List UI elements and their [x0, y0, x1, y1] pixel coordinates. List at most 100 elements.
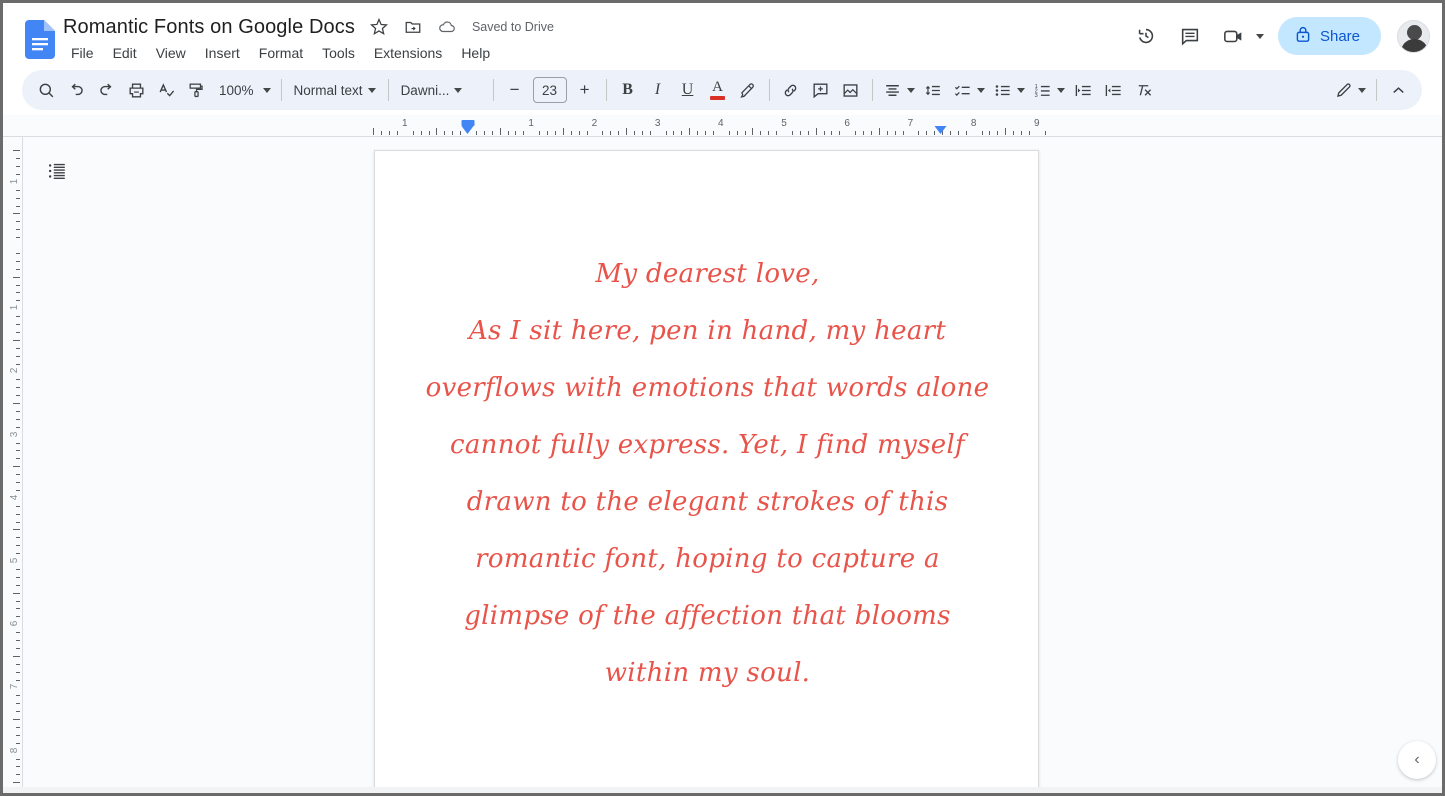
text-color-icon: A [710, 80, 726, 100]
menu-item-insert[interactable]: Insert [197, 43, 248, 63]
right-indent-marker[interactable] [934, 126, 947, 134]
share-button[interactable]: Share [1277, 17, 1381, 55]
meet-video-button[interactable] [1214, 16, 1270, 56]
numbered-list-icon[interactable]: 1 2 3 [1029, 75, 1069, 105]
ruler-tick [602, 131, 604, 135]
vertical-ruler-tick [16, 647, 20, 649]
meet-video-icon[interactable] [1214, 16, 1254, 56]
vertical-ruler-tick [13, 466, 20, 468]
paint-format-icon[interactable] [181, 75, 211, 105]
undo-icon[interactable] [61, 75, 91, 105]
top-right-actions: Share [1126, 12, 1436, 60]
search-icon[interactable] [31, 75, 61, 105]
line-spacing-icon[interactable] [919, 75, 949, 105]
ruler-tick [452, 131, 454, 135]
ruler-tick [396, 131, 398, 135]
font-family-select[interactable]: Dawni... [395, 75, 487, 105]
docs-logo-icon[interactable] [25, 20, 55, 59]
add-comment-icon[interactable] [806, 75, 836, 105]
edit-mode-pencil-icon[interactable] [1330, 75, 1370, 105]
menu-item-view[interactable]: View [148, 43, 194, 63]
document-page[interactable]: My dearest love, As I sit here, pen in h… [374, 150, 1104, 793]
zoom-level-select[interactable]: 100% [211, 75, 275, 105]
print-icon[interactable] [121, 75, 151, 105]
left-indent-handle[interactable] [461, 126, 474, 134]
underline-button[interactable]: U [673, 75, 703, 105]
share-button-label: Share [1319, 27, 1360, 45]
chevron-down-icon [454, 87, 463, 93]
horizontal-ruler[interactable]: 1 1 2 3 4 5 6 7 8 9 [3, 115, 1442, 137]
menu-item-format[interactable]: Format [251, 43, 311, 63]
decrease-font-size-button[interactable]: − [500, 75, 530, 105]
star-icon[interactable] [369, 17, 389, 37]
vertical-ruler-tick [13, 719, 20, 720]
align-center-button[interactable] [879, 75, 919, 105]
cloud-saved-icon [437, 17, 457, 37]
chevron-down-icon [976, 87, 985, 93]
ruler-tick [1013, 131, 1015, 135]
vertical-ruler-tick [16, 229, 20, 231]
increase-font-size-button[interactable]: + [570, 75, 600, 105]
left-indent-marker[interactable] [461, 120, 475, 134]
vertical-ruler-tick [16, 418, 20, 420]
clear-formatting-icon[interactable] [1129, 75, 1159, 105]
vertical-ruler-tick [16, 252, 20, 254]
vertical-ruler-tick [16, 292, 20, 294]
page-title[interactable]: Romantic Fonts on Google Docs [63, 16, 355, 39]
link-icon[interactable] [776, 75, 806, 105]
increase-indent-icon[interactable] [1099, 75, 1129, 105]
vertical-ruler-tick [16, 632, 20, 634]
vertical-ruler-tick [16, 742, 20, 744]
vertical-ruler-tick [16, 450, 20, 452]
insert-image-icon[interactable] [836, 75, 866, 105]
lock-icon [1295, 25, 1311, 48]
version-history-icon[interactable] [1126, 16, 1166, 56]
expand-side-panel-button[interactable]: ‹ [1398, 741, 1436, 779]
ruler-tick [428, 131, 430, 135]
ruler-number: 1 [402, 118, 408, 129]
comment-history-icon[interactable] [1170, 16, 1210, 56]
font-size-input[interactable]: 23 [532, 77, 567, 103]
ruler-number: 9 [1034, 118, 1040, 129]
menu-item-help[interactable]: Help [453, 43, 498, 63]
document-outline-icon[interactable] [41, 155, 73, 187]
document-title-row: Romantic Fonts on Google Docs Saved to D… [63, 13, 554, 41]
ruler-tick [665, 131, 667, 135]
vertical-ruler-tick [16, 521, 20, 523]
redo-icon[interactable] [91, 75, 121, 105]
chevron-down-icon [1016, 87, 1025, 93]
ruler-tick [918, 131, 920, 135]
paragraph-style-select[interactable]: Normal text [288, 75, 382, 105]
ruler-tick [610, 131, 612, 135]
ruler-tick [562, 128, 564, 135]
bold-button[interactable]: B [613, 75, 643, 105]
avatar[interactable] [1397, 19, 1430, 53]
ruler-tick [673, 131, 675, 135]
ruler-number: 4 [718, 118, 724, 129]
menu-item-extensions[interactable]: Extensions [366, 43, 450, 63]
ruler-tick [799, 131, 801, 135]
document-area: 1 1 2 3 4 5 6 7 8 My dearest love, As I sit here… [3, 137, 1442, 793]
spellcheck-icon[interactable] [151, 75, 181, 105]
menu-item-edit[interactable]: Edit [105, 43, 145, 63]
checklist-icon[interactable] [949, 75, 989, 105]
bottom-scrollbar[interactable] [3, 787, 1442, 793]
ruler-tick [515, 131, 517, 135]
bulleted-list-icon[interactable] [989, 75, 1029, 105]
save-status[interactable]: Saved to Drive [472, 20, 554, 34]
chevron-down-icon[interactable] [1255, 33, 1264, 39]
vertical-ruler[interactable]: 1 1 2 3 4 5 6 7 8 [3, 137, 23, 793]
vertical-ruler-tick [13, 592, 20, 594]
collapse-toolbar-icon[interactable] [1383, 75, 1413, 105]
menu-item-tools[interactable]: Tools [314, 43, 363, 63]
vertical-ruler-tick [16, 482, 20, 483]
document-text[interactable]: My dearest love, As I sit here, pen in h… [421, 246, 994, 702]
menu-item-file[interactable]: File [63, 43, 102, 63]
highlight-color-button[interactable] [733, 75, 763, 105]
ruler-tick [475, 131, 477, 135]
italic-button[interactable]: I [643, 75, 673, 105]
ruler-tick [839, 131, 841, 135]
decrease-indent-icon[interactable] [1069, 75, 1099, 105]
text-color-button[interactable]: A [703, 75, 733, 105]
move-to-folder-icon[interactable] [403, 17, 423, 37]
